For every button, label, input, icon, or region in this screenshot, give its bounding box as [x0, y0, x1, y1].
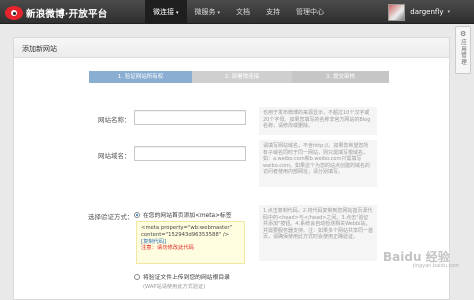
code-warning: 注意：请勿修改此代码 — [141, 245, 194, 252]
nav-item-label: 微服务 — [194, 8, 216, 16]
site-name-input[interactable] — [134, 110, 246, 125]
weibo-eye-icon — [5, 5, 23, 20]
site-name-hint: 也用于发布微博的来源显示，不超过10个汉字或20个字母。如果您填写的名称非官方网… — [259, 107, 377, 135]
meta-code: <meta property="wb:webmaster" content="1… — [141, 225, 232, 238]
top-navigation-bar: 新浪微博·开放平台 微连接 ▾ 微服务 ▾ 文档 支持 管理中心 dargenfly… — [0, 0, 474, 24]
step-submit-review: 3. 提交审核 — [292, 71, 389, 83]
verify-option-file[interactable]: 将验证文件上传到您的网站根目录 — [134, 272, 230, 281]
verify-option-meta[interactable]: 在您的网站首页添加<meta>标签 — [134, 210, 232, 219]
nav-item-admin-center[interactable]: 管理中心 — [288, 0, 332, 24]
site-name-label: 网站名称： — [98, 116, 131, 124]
user-menu[interactable]: dargenfly ▾ — [388, 2, 450, 22]
meta-code-box: <meta property="wb:webmaster" content="1… — [136, 221, 245, 264]
side-tab-label: 应用管理 — [461, 40, 467, 66]
page-title: 添加新网站 — [22, 45, 57, 53]
verify-method-label: 选择验证方式： — [88, 213, 134, 221]
panel-header: 添加新网站 — [14, 38, 449, 58]
step-deploy: 2. 部署微连接 — [192, 71, 292, 83]
site-domain-hint: 请填写网站域名，不含http://。如果您希望您所有子域名同时于同一网站，则只需… — [259, 140, 377, 187]
chevron-down-icon[interactable]: ▾ — [447, 9, 450, 15]
nav-item-label: 管理中心 — [296, 8, 325, 16]
verify-hint: 1.点击复制代码。2.将代码复制到您网站首页源代码中的<head>与</head… — [259, 205, 377, 261]
app-manage-side-tab[interactable]: ⚙ 应用管理 — [455, 26, 471, 74]
nav-item-label: 支持 — [266, 8, 281, 16]
gear-icon: ⚙ — [460, 30, 467, 38]
wap-note: (WAP站请使用此方式验证) — [143, 284, 206, 290]
verify-option-meta-label[interactable]: 在您的网站首页添加<meta>标签 — [143, 210, 232, 219]
radio-meta[interactable] — [134, 211, 140, 218]
progress-steps: 1. 验证网站所有权 2. 部署微连接 3. 提交审核 — [89, 71, 389, 83]
baidu-watermark-url: jingyan.baidu.com — [413, 263, 460, 269]
avatar[interactable] — [388, 3, 406, 21]
chevron-down-icon: ▾ — [217, 10, 221, 16]
radio-file[interactable] — [134, 273, 140, 280]
step-verify-ownership: 1. 验证网站所有权 — [89, 71, 192, 83]
verify-option-file-label[interactable]: 将验证文件上传到您的网站根目录 — [143, 272, 230, 281]
brand-name: 新浪微博·开放平台 — [26, 8, 108, 20]
username[interactable]: dargenfly — [410, 8, 443, 16]
brand-logo[interactable]: 新浪微博·开放平台 — [5, 4, 107, 21]
nav-item-weilianjie[interactable]: 微连接 ▾ — [145, 0, 187, 24]
main-nav: 微连接 ▾ 微服务 ▾ 文档 支持 管理中心 — [145, 0, 332, 24]
nav-item-weifuwu[interactable]: 微服务 ▾ — [187, 0, 229, 24]
chevron-down-icon: ▾ — [176, 10, 179, 16]
site-domain-input[interactable] — [134, 146, 246, 161]
nav-item-support[interactable]: 支持 — [258, 0, 288, 24]
nav-item-label: 文档 — [236, 8, 251, 16]
nav-item-label: 微连接 — [153, 8, 174, 16]
nav-item-docs[interactable]: 文档 — [228, 0, 258, 24]
site-domain-label: 网站域名： — [98, 152, 131, 160]
